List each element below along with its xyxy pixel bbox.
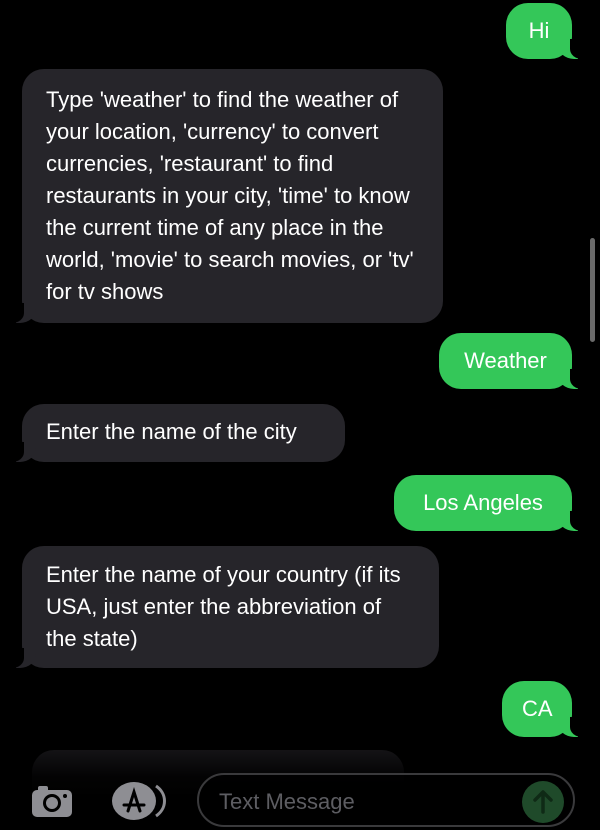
message-input[interactable]: Text Message	[197, 773, 575, 827]
arrow-up-icon	[533, 790, 553, 814]
message-text: Los Angeles	[423, 490, 543, 515]
message-text: Enter the name of your country (if its U…	[46, 562, 401, 651]
camera-icon	[32, 786, 72, 817]
message-text: Enter the name of the city	[46, 419, 297, 444]
app-store-icon	[112, 782, 166, 820]
message-input-placeholder: Text Message	[219, 789, 355, 814]
camera-button[interactable]	[30, 783, 74, 819]
send-button[interactable]	[522, 781, 564, 823]
message-thread: Hi Type 'weather' to find the weather of…	[0, 0, 600, 830]
outgoing-message[interactable]: Weather	[439, 333, 584, 389]
incoming-message[interactable]: Enter the name of the city	[10, 404, 345, 462]
message-text: CA	[522, 696, 553, 721]
scroll-indicator[interactable]	[590, 238, 595, 342]
app-store-button[interactable]	[108, 780, 170, 822]
incoming-message[interactable]: Type 'weather' to find the weather of yo…	[10, 69, 443, 323]
outgoing-message[interactable]: Hi	[506, 3, 584, 59]
message-text: Hi	[528, 18, 550, 43]
outgoing-message[interactable]: CA	[502, 681, 584, 737]
outgoing-message[interactable]: Los Angeles	[394, 475, 584, 531]
message-text: Weather	[464, 348, 547, 373]
incoming-message[interactable]: Enter the name of your country (if its U…	[10, 546, 439, 668]
message-text: Type 'weather' to find the weather of yo…	[46, 87, 414, 304]
